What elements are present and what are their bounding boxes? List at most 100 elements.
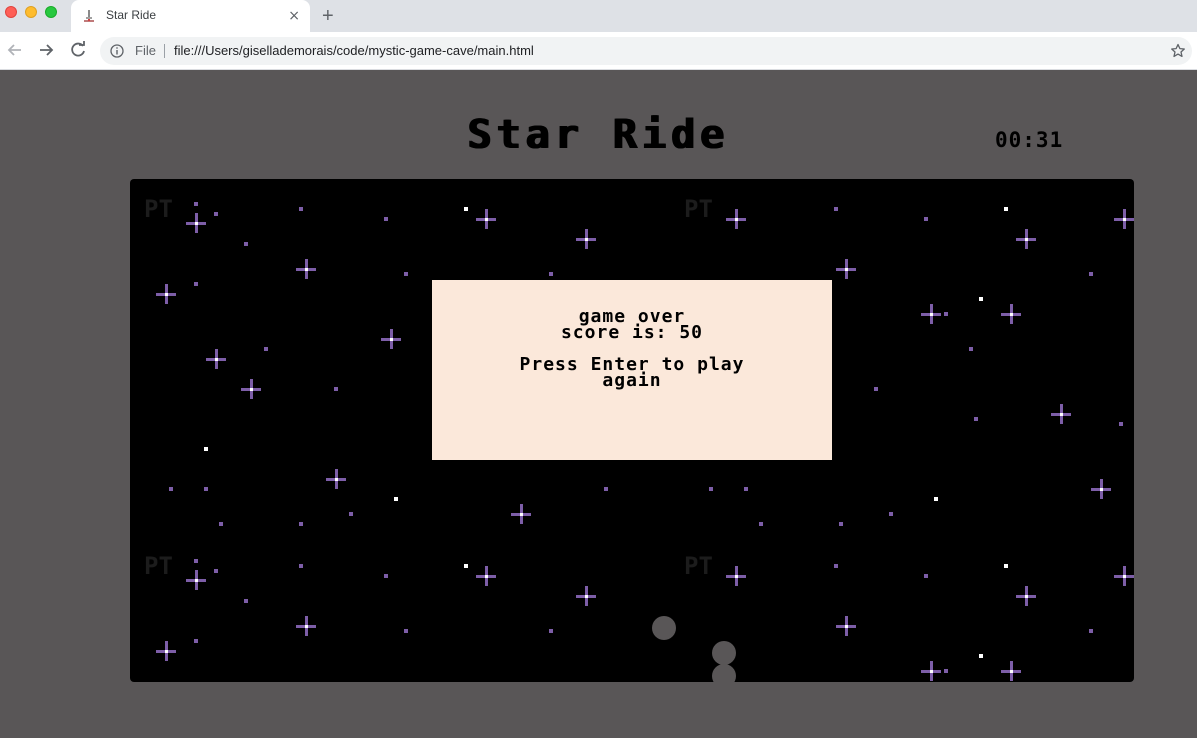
star-dot: [214, 212, 218, 216]
star-core: [1010, 670, 1013, 673]
star-dot: [969, 347, 973, 351]
star-core: [930, 313, 933, 316]
new-tab-button[interactable]: +: [322, 5, 334, 27]
star-dot-white: [1004, 207, 1008, 211]
bookmark-star-icon[interactable]: [1170, 43, 1186, 59]
star-core: [845, 268, 848, 271]
star-core: [195, 222, 198, 225]
window-close-button[interactable]: [5, 6, 17, 18]
star-dot: [834, 207, 838, 211]
player-ball: [712, 641, 736, 665]
watermark-text: PT: [144, 195, 173, 223]
star-core: [1123, 575, 1126, 578]
star-dot: [834, 564, 838, 568]
star-core: [520, 513, 523, 516]
star-dot: [924, 574, 928, 578]
star-dot-white: [979, 297, 983, 301]
star-dot: [924, 217, 928, 221]
player-ball: [712, 664, 736, 682]
star-dot-white: [979, 654, 983, 658]
star-dot: [244, 242, 248, 246]
star-core: [735, 575, 738, 578]
star-dot: [384, 217, 388, 221]
star-dot: [194, 639, 198, 643]
star-dot: [214, 569, 218, 573]
star-core: [1060, 413, 1063, 416]
tab-close-icon[interactable]: ×: [288, 8, 300, 24]
star-core: [485, 218, 488, 221]
address-bar[interactable]: File file:///Users/gisellademorais/code/…: [100, 37, 1192, 65]
star-core: [390, 338, 393, 341]
star-dot: [874, 387, 878, 391]
forward-arrow-icon[interactable]: [36, 40, 56, 60]
star-dot: [349, 512, 353, 516]
star-core: [1025, 595, 1028, 598]
star-dot: [549, 272, 553, 276]
star-dot: [944, 312, 948, 316]
browser-toolbar: File file:///Users/gisellademorais/code/…: [0, 32, 1197, 70]
tab-strip: Star Ride × +: [0, 0, 1197, 32]
star-core: [930, 670, 933, 673]
star-dot: [299, 564, 303, 568]
star-dot-white: [464, 564, 468, 568]
star-dot: [709, 487, 713, 491]
star-core: [165, 650, 168, 653]
star-core: [585, 595, 588, 598]
star-dot: [384, 574, 388, 578]
rocket-favicon-icon: [84, 10, 94, 22]
watermark-text: PT: [144, 552, 173, 580]
address-separator: [164, 44, 165, 58]
back-arrow-icon[interactable]: [5, 40, 25, 60]
restart-prompt-text-cont: again: [602, 370, 662, 391]
star-dot: [974, 417, 978, 421]
star-core: [1010, 313, 1013, 316]
star-core: [1123, 218, 1126, 221]
star-dot: [299, 522, 303, 526]
star-dot-white: [934, 497, 938, 501]
star-dot: [219, 522, 223, 526]
game-canvas[interactable]: PT PT PT PT game over score is: 50 Press En…: [130, 179, 1134, 682]
window-maximize-button[interactable]: [45, 6, 57, 18]
star-core: [165, 293, 168, 296]
star-core: [335, 478, 338, 481]
star-dot: [549, 629, 553, 633]
star-core: [845, 625, 848, 628]
star-dot: [889, 512, 893, 516]
star-core: [305, 625, 308, 628]
star-core: [250, 388, 253, 391]
star-dot: [1119, 422, 1123, 426]
star-dot-white: [204, 447, 208, 451]
star-dot: [1089, 272, 1093, 276]
star-core: [1100, 488, 1103, 491]
info-icon[interactable]: [110, 44, 124, 58]
star-core: [215, 358, 218, 361]
star-core: [305, 268, 308, 271]
star-dot-white: [464, 207, 468, 211]
star-dot: [204, 487, 208, 491]
star-dot: [604, 487, 608, 491]
star-dot: [194, 202, 198, 206]
window-minimize-button[interactable]: [25, 6, 37, 18]
star-core: [485, 575, 488, 578]
star-dot: [169, 487, 173, 491]
star-dot: [1089, 629, 1093, 633]
player-ball: [652, 616, 676, 640]
browser-tab-star-ride[interactable]: Star Ride ×: [71, 0, 310, 32]
reload-icon[interactable]: [68, 40, 88, 60]
star-dot: [759, 522, 763, 526]
star-dot: [744, 487, 748, 491]
url-scheme-label: File: [135, 43, 156, 58]
star-dot: [839, 522, 843, 526]
watermark-text: PT: [684, 195, 713, 223]
star-dot: [244, 599, 248, 603]
star-dot: [299, 207, 303, 211]
star-dot: [194, 282, 198, 286]
tab-title: Star Ride: [106, 8, 157, 22]
score-text: score is: 50: [560, 322, 704, 343]
star-core: [585, 238, 588, 241]
star-dot: [404, 629, 408, 633]
star-dot: [194, 559, 198, 563]
game-timer: 00:31: [995, 128, 1064, 152]
url-text[interactable]: file:///Users/gisellademorais/code/mysti…: [174, 43, 534, 58]
watermark-text: PT: [684, 552, 713, 580]
